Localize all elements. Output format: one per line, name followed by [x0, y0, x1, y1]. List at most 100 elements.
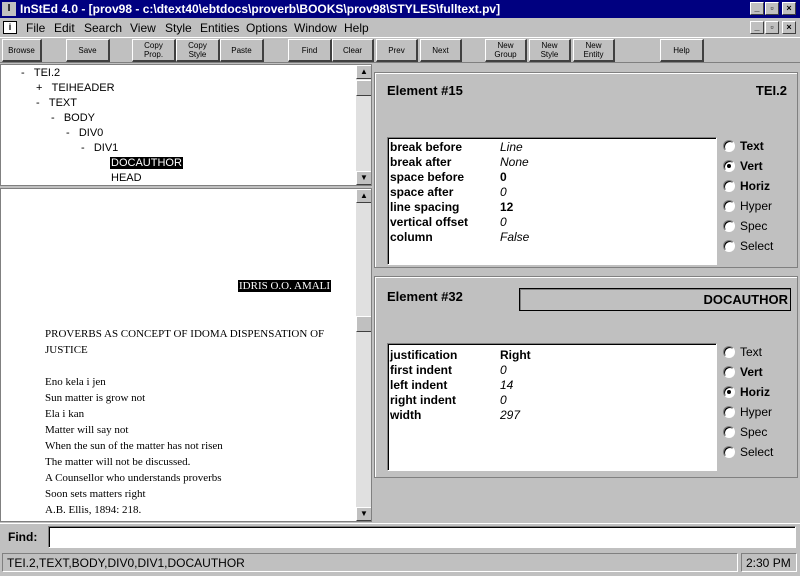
prop-value: Right	[500, 348, 531, 362]
element-32-tag: DOCAUTHOR	[703, 292, 789, 307]
copy-prop-line1: Copy	[144, 41, 163, 50]
copy-prop-button[interactable]: Copy Prop.	[132, 39, 176, 62]
browse-button[interactable]: Browse	[2, 39, 42, 62]
tree-node-text[interactable]: - TEXT	[36, 97, 77, 109]
find-bar: Find:	[0, 523, 800, 550]
status-clock: 2:30 PM	[741, 553, 797, 572]
scroll-thumb[interactable]	[356, 80, 371, 96]
radio-circle-icon	[723, 446, 735, 458]
radio-label: Select	[740, 239, 774, 253]
prop-value: 12	[500, 200, 514, 214]
element-32-properties[interactable]: justification Right first indent 0 left in…	[387, 343, 717, 471]
prop-value: 0	[500, 363, 507, 377]
radio-text[interactable]: Text	[723, 345, 793, 360]
tree-node-tei2[interactable]: - TEI.2	[21, 67, 60, 79]
radio-circle-icon	[723, 346, 735, 358]
minimize-button[interactable]: _	[750, 2, 764, 15]
prop-name: column	[390, 230, 433, 244]
find-button[interactable]: Find	[288, 39, 332, 62]
radio-spec[interactable]: Spec	[723, 425, 793, 440]
menu-bar: i File Edit Search View Style Entities O…	[0, 18, 800, 37]
menu-options[interactable]: Options	[246, 21, 287, 35]
radio-select[interactable]: Select	[723, 239, 793, 254]
paste-button[interactable]: Paste	[220, 39, 264, 62]
tree-node-head[interactable]: HEAD	[111, 172, 142, 184]
doc-line: Matter will say not	[45, 424, 129, 436]
scroll-up-icon[interactable]: ▲	[356, 189, 371, 203]
radio-label: Horiz	[740, 179, 770, 193]
find-input[interactable]	[48, 526, 796, 548]
document-system-menu-icon[interactable]: i	[3, 21, 17, 34]
new-group-button[interactable]: New Group	[485, 39, 527, 62]
docauthor-text[interactable]: IDRIS O.O. AMALI	[238, 280, 332, 292]
title-bar: I InStEd 4.0 - [prov98 - c:\dtext40\ebtd…	[0, 0, 800, 18]
tree-marker: -	[81, 142, 85, 154]
next-button[interactable]: Next	[420, 39, 462, 62]
copy-style-button[interactable]: Copy Style	[176, 39, 220, 62]
tree-label: TEXT	[48, 97, 77, 109]
radio-hyper[interactable]: Hyper	[723, 405, 793, 420]
new-entity-button[interactable]: New Entity	[573, 39, 615, 62]
radio-select[interactable]: Select	[723, 445, 793, 460]
menu-window[interactable]: Window	[294, 21, 337, 35]
status-bar: TEI.2,TEXT,BODY,DIV0,DIV1,DOCAUTHOR 2:30…	[0, 551, 800, 575]
new-entity-line2: Entity	[583, 50, 604, 59]
prop-name: left indent	[390, 378, 448, 392]
radio-horiz[interactable]: Horiz	[723, 179, 793, 194]
prop-value: 0	[500, 393, 507, 407]
scroll-down-icon[interactable]: ▼	[356, 507, 371, 521]
radio-text[interactable]: Text	[723, 139, 793, 154]
radio-hyper[interactable]: Hyper	[723, 199, 793, 214]
element-32-tag-field[interactable]: DOCAUTHOR	[519, 288, 791, 311]
scroll-up-icon[interactable]: ▲	[356, 65, 371, 79]
radio-horiz[interactable]: Horiz	[723, 385, 793, 400]
doc-line: Ela i kan	[45, 408, 85, 420]
tree-node-body[interactable]: - BODY	[51, 112, 95, 124]
prev-button[interactable]: Prev	[376, 39, 418, 62]
tree-node-docauthor[interactable]: DOCAUTHOR	[110, 157, 183, 169]
app-system-menu-icon[interactable]: I	[2, 2, 16, 16]
doc-line: PROVERBS AS CONCEPT OF IDOMA DISPENSATIO…	[45, 328, 325, 340]
menu-search[interactable]: Search	[84, 21, 122, 35]
help-button[interactable]: Help	[660, 39, 704, 62]
menu-view[interactable]: View	[130, 21, 156, 35]
prop-name: line spacing	[390, 200, 460, 214]
doc-restore-button[interactable]: ▫	[765, 21, 779, 34]
new-group-line1: New	[497, 41, 514, 50]
doc-line: When the sun of the matter has not risen	[45, 440, 223, 452]
new-style-button[interactable]: New Style	[529, 39, 571, 62]
save-button[interactable]: Save	[66, 39, 110, 62]
radio-vert[interactable]: Vert	[723, 159, 793, 174]
doc-close-button[interactable]: ×	[782, 21, 796, 34]
menu-help[interactable]: Help	[344, 21, 369, 35]
radio-spec[interactable]: Spec	[723, 219, 793, 234]
menu-style[interactable]: Style	[165, 21, 192, 35]
radio-label: Hyper	[740, 199, 773, 213]
tree-node-div1[interactable]: - DIV1	[81, 142, 118, 154]
clear-button[interactable]: Clear	[332, 39, 374, 62]
menu-edit[interactable]: Edit	[54, 21, 75, 35]
maximize-button[interactable]: ▫	[765, 2, 779, 15]
prop-value: 0	[500, 185, 507, 199]
radio-dot-icon	[727, 164, 731, 168]
doc-line: A.B. Ellis, 1894: 218.	[45, 504, 142, 516]
find-label: Find:	[8, 530, 38, 544]
element-tree[interactable]: - TEI.2 + TEIHEADER - TEXT - BODY - DIV0…	[0, 64, 372, 186]
scroll-thumb[interactable]	[356, 316, 371, 332]
element-15-properties[interactable]: break before Line break after None space b…	[387, 137, 717, 265]
doc-minimize-button[interactable]: _	[750, 21, 764, 34]
menu-entities[interactable]: Entities	[200, 21, 239, 35]
tree-scrollbar[interactable]: ▲ ▼	[356, 65, 371, 185]
doc-line: JUSTICE	[45, 344, 88, 356]
prop-name: justification	[390, 348, 458, 362]
close-button[interactable]: ×	[782, 2, 796, 15]
radio-vert[interactable]: Vert	[723, 365, 793, 380]
toolbar: Browse Save Copy Prop. Copy Style Paste Fi…	[0, 37, 800, 63]
document-view[interactable]: IDRIS O.O. AMALI PROVERBS AS CONCEPT OF …	[0, 188, 372, 522]
tree-node-div0[interactable]: - DIV0	[66, 127, 103, 139]
element-15-title: Element #15	[387, 83, 463, 98]
document-scrollbar[interactable]: ▲ ▼	[356, 189, 371, 521]
tree-node-teiheader[interactable]: + TEIHEADER	[36, 82, 115, 94]
scroll-down-icon[interactable]: ▼	[356, 171, 371, 185]
menu-file[interactable]: File	[26, 21, 45, 35]
